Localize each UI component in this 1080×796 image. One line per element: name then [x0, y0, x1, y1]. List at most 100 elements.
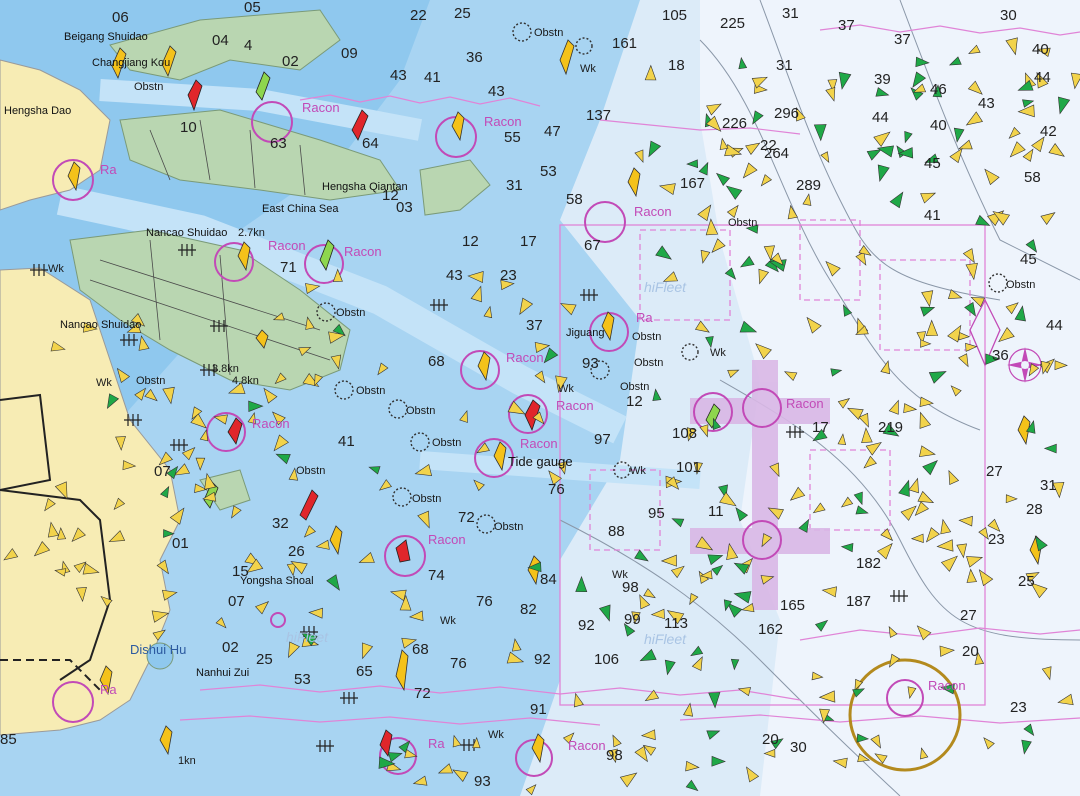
sounding: 02 — [282, 53, 299, 70]
sounding: 36 — [992, 347, 1009, 364]
sounding: 41 — [338, 433, 355, 450]
obstn-label: Obstn — [432, 437, 461, 449]
sounding: 72 — [458, 509, 475, 526]
sounding: 23 — [988, 531, 1005, 548]
sounding: 137 — [586, 107, 611, 124]
sounding: 105 — [662, 7, 687, 24]
nautical-chart-map[interactable]: 06 04 4 02 09 43 41 22 25 36 43 55 47 53… — [0, 0, 1080, 796]
sounding: 82 — [520, 601, 537, 618]
sounding: 76 — [476, 593, 493, 610]
sounding: 165 — [780, 597, 805, 614]
place-label-beigang-shuidao: Beigang Shuidao — [64, 31, 148, 43]
sounding: 71 — [280, 259, 297, 276]
sounding: 167 — [680, 175, 705, 192]
ra-label: Ra — [636, 310, 653, 325]
obstn-label: Obstn — [534, 27, 563, 39]
racon-label: Racon — [302, 100, 340, 115]
sounding: 43 — [488, 83, 505, 100]
current-speed-label: 3.8kn — [212, 363, 239, 375]
sounding: 45 — [1020, 251, 1037, 268]
sounding: 01 — [172, 535, 189, 552]
ra-label: Ra — [100, 682, 117, 697]
sounding: 95 — [648, 505, 665, 522]
sounding: 88 — [608, 523, 625, 540]
place-label-tide-gauge: Tide gauge — [508, 454, 573, 469]
racon-label: Racon — [568, 738, 606, 753]
sounding: 02 — [222, 639, 239, 656]
sounding: 36 — [466, 49, 483, 66]
sounding: 40 — [1032, 41, 1049, 58]
sounding: 53 — [540, 163, 557, 180]
sounding: 93 — [582, 355, 599, 372]
watermark: hiFleet — [644, 631, 687, 647]
sounding: 161 — [612, 35, 637, 52]
sounding: 17 — [812, 419, 829, 436]
sounding: 58 — [566, 191, 583, 208]
sounding: 27 — [960, 607, 977, 624]
sounding: 10 — [180, 119, 197, 136]
sounding: 32 — [272, 515, 289, 532]
obstn-label: Obstn — [494, 521, 523, 533]
sounding: 264 — [764, 145, 789, 162]
racon-label: Racon — [268, 238, 306, 253]
place-label-changjiang-kou: Changjiang Kou — [92, 57, 170, 69]
sounding: 20 — [962, 643, 979, 660]
sounding: 92 — [534, 651, 551, 668]
racon-label: Racon — [786, 396, 824, 411]
wreck-label: Wk — [580, 63, 596, 75]
sounding: 09 — [341, 45, 358, 62]
sounding: 296 — [774, 105, 799, 122]
ra-label: Ra — [100, 162, 117, 177]
obstn-label: Obstn — [1006, 279, 1035, 291]
sounding: 58 — [1024, 169, 1041, 186]
sounding: 63 — [270, 135, 287, 152]
sounding: 23 — [500, 267, 517, 284]
sounding: 11 — [708, 503, 724, 520]
place-label-dishui-hu: Dishui Hu — [130, 642, 186, 657]
sounding: 226 — [722, 115, 747, 132]
place-label-east-china-sea: East China Sea — [262, 203, 339, 215]
sounding: 98 — [622, 579, 639, 596]
sounding: 43 — [390, 67, 407, 84]
sounding: 289 — [796, 177, 821, 194]
sounding: 225 — [720, 15, 745, 32]
place-label-hengsha-dao: Hengsha Dao — [4, 105, 71, 117]
sounding: 219 — [878, 419, 903, 436]
sounding: 43 — [446, 267, 463, 284]
sounding: 74 — [428, 567, 445, 584]
sounding: 43 — [978, 95, 995, 112]
sounding: 42 — [1040, 123, 1057, 140]
place-label-nancao-shuidao: Nancao Shuidao — [146, 227, 227, 239]
obstn-label: Obstn — [356, 385, 385, 397]
sounding: 99 — [624, 611, 641, 628]
wreck-label: Wk — [612, 569, 628, 581]
sounding: 44 — [1046, 317, 1063, 334]
sounding: 65 — [356, 663, 373, 680]
sounding: 45 — [924, 155, 941, 172]
sounding: 106 — [594, 651, 619, 668]
sounding: 162 — [758, 621, 783, 638]
obstn-label: Obstn — [620, 381, 649, 393]
sounding: 04 — [212, 32, 229, 49]
sounding: 30 — [790, 739, 807, 756]
sounding: 18 — [668, 57, 685, 74]
sounding: 03 — [396, 199, 413, 216]
sounding: 25 — [454, 5, 471, 22]
sounding: 40 — [930, 117, 947, 134]
sounding: 26 — [288, 543, 305, 560]
chart-canvas[interactable]: 06 04 4 02 09 43 41 22 25 36 43 55 47 53… — [0, 0, 1080, 796]
place-label-jiguang: Jiguang — [566, 327, 605, 339]
watermark: hiFleet — [286, 629, 329, 645]
sounding: 25 — [1018, 573, 1035, 590]
sounding: 76 — [548, 481, 565, 498]
sounding: 41 — [424, 69, 441, 86]
sounding: 4 — [244, 37, 252, 54]
place-label-yongsha-shoal: Yongsha Shoal — [240, 575, 314, 587]
racon-label: Racon — [520, 436, 558, 451]
sounding: 30 — [1000, 7, 1017, 24]
sounding: 67 — [584, 237, 601, 254]
sounding: 72 — [414, 685, 431, 702]
place-label-nancao-shuidao-2: Nancao Shuidao — [60, 319, 141, 331]
racon-label: Racon — [556, 398, 594, 413]
place-label-hengsha-qiantan: Hengsha Qiantan — [322, 181, 408, 193]
